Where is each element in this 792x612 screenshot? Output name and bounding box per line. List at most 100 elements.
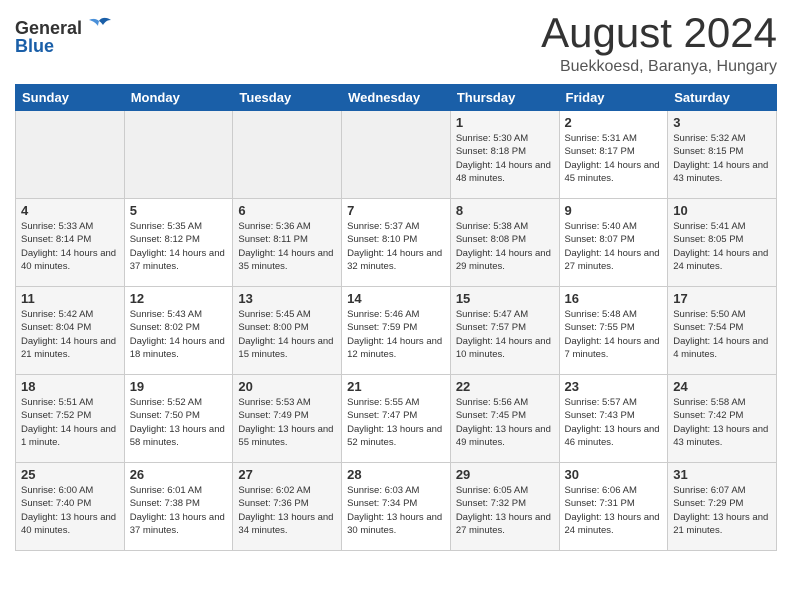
day-number: 20 [238, 379, 336, 394]
calendar-cell: 19Sunrise: 5:52 AMSunset: 7:50 PMDayligh… [124, 375, 233, 463]
weekday-header-thursday: Thursday [450, 85, 559, 111]
calendar-cell: 2 Sunrise: 5:31 AMSunset: 8:17 PMDaylight… [559, 111, 668, 199]
day-number: 18 [21, 379, 119, 394]
calendar-cell: 13 Sunrise: 5:45 AMSunset: 8:00 PMDayligh… [233, 287, 342, 375]
calendar-cell: 6 Sunrise: 5:36 AMSunset: 8:11 PMDaylight… [233, 199, 342, 287]
day-number: 2 [565, 115, 663, 130]
calendar-cell: 28Sunrise: 6:03 AMSunset: 7:34 PMDayligh… [342, 463, 451, 551]
day-info: Sunrise: 5:31 AMSunset: 8:17 PMDaylight:… [565, 132, 663, 185]
calendar-cell: 14 Sunrise: 5:46 AMSunset: 7:59 PMDayligh… [342, 287, 451, 375]
calendar-cell: 27Sunrise: 6:02 AMSunset: 7:36 PMDayligh… [233, 463, 342, 551]
week-row-4: 18Sunrise: 5:51 AMSunset: 7:52 PMDayligh… [16, 375, 777, 463]
day-info: Sunrise: 5:57 AMSunset: 7:43 PMDaylight:… [565, 396, 663, 449]
day-info: Sunrise: 5:30 AMSunset: 8:18 PMDaylight:… [456, 132, 554, 185]
day-number: 6 [238, 203, 336, 218]
calendar-cell: 9 Sunrise: 5:40 AMSunset: 8:07 PMDaylight… [559, 199, 668, 287]
day-info: Sunrise: 5:41 AMSunset: 8:05 PMDaylight:… [673, 220, 771, 273]
calendar-cell: 31Sunrise: 6:07 AMSunset: 7:29 PMDayligh… [668, 463, 777, 551]
calendar-cell: 24 Sunrise: 5:58 AMSunset: 7:42 PMDayligh… [668, 375, 777, 463]
day-info: Sunrise: 5:42 AMSunset: 8:04 PMDaylight:… [21, 308, 119, 361]
calendar-cell: 29Sunrise: 6:05 AMSunset: 7:32 PMDayligh… [450, 463, 559, 551]
calendar-cell: 8 Sunrise: 5:38 AMSunset: 8:08 PMDaylight… [450, 199, 559, 287]
calendar-cell: 7 Sunrise: 5:37 AMSunset: 8:10 PMDaylight… [342, 199, 451, 287]
calendar-cell: 4Sunrise: 5:33 AMSunset: 8:14 PMDaylight… [16, 199, 125, 287]
day-number: 29 [456, 467, 554, 482]
calendar-cell: 12 Sunrise: 5:43 AMSunset: 8:02 PMDayligh… [124, 287, 233, 375]
day-info: Sunrise: 5:50 AMSunset: 7:54 PMDaylight:… [673, 308, 771, 361]
day-number: 21 [347, 379, 445, 394]
day-number: 25 [21, 467, 119, 482]
weekday-header-row: SundayMondayTuesdayWednesdayThursdayFrid… [16, 85, 777, 111]
day-number: 15 [456, 291, 554, 306]
logo: General Blue [15, 18, 113, 57]
day-info: Sunrise: 5:38 AMSunset: 8:08 PMDaylight:… [456, 220, 554, 273]
day-info: Sunrise: 5:43 AMSunset: 8:02 PMDaylight:… [130, 308, 228, 361]
day-number: 23 [565, 379, 663, 394]
calendar-cell: 11Sunrise: 5:42 AMSunset: 8:04 PMDayligh… [16, 287, 125, 375]
day-info: Sunrise: 5:46 AMSunset: 7:59 PMDaylight:… [347, 308, 445, 361]
calendar-cell: 20 Sunrise: 5:53 AMSunset: 7:49 PMDayligh… [233, 375, 342, 463]
day-number: 9 [565, 203, 663, 218]
header: General Blue August 2024 Buekkoesd, Bara… [15, 10, 777, 76]
day-info: Sunrise: 5:45 AMSunset: 8:00 PMDaylight:… [238, 308, 336, 361]
calendar-cell: 15 Sunrise: 5:47 AMSunset: 7:57 PMDayligh… [450, 287, 559, 375]
calendar-cell: 25 Sunrise: 6:00 AMSunset: 7:40 PMDayligh… [16, 463, 125, 551]
day-info: Sunrise: 5:32 AMSunset: 8:15 PMDaylight:… [673, 132, 771, 185]
calendar-cell: 22 Sunrise: 5:56 AMSunset: 7:45 PMDayligh… [450, 375, 559, 463]
day-number: 12 [130, 291, 228, 306]
day-info: Sunrise: 5:52 AMSunset: 7:50 PMDaylight:… [130, 396, 228, 449]
day-number: 24 [673, 379, 771, 394]
weekday-header-friday: Friday [559, 85, 668, 111]
day-number: 5 [130, 203, 228, 218]
weekday-header-saturday: Saturday [668, 85, 777, 111]
day-info: Sunrise: 5:56 AMSunset: 7:45 PMDaylight:… [456, 396, 554, 449]
title-area: August 2024 Buekkoesd, Baranya, Hungary [541, 10, 777, 76]
day-number: 8 [456, 203, 554, 218]
calendar-cell: 23 Sunrise: 5:57 AMSunset: 7:43 PMDayligh… [559, 375, 668, 463]
day-number: 1 [456, 115, 554, 130]
day-number: 3 [673, 115, 771, 130]
calendar-cell: 30Sunrise: 6:06 AMSunset: 7:31 PMDayligh… [559, 463, 668, 551]
week-row-1: 1 Sunrise: 5:30 AMSunset: 8:18 PMDaylight… [16, 111, 777, 199]
month-title: August 2024 [541, 10, 777, 56]
day-info: Sunrise: 5:40 AMSunset: 8:07 PMDaylight:… [565, 220, 663, 273]
day-info: Sunrise: 5:58 AMSunset: 7:42 PMDaylight:… [673, 396, 771, 449]
day-info: Sunrise: 5:37 AMSunset: 8:10 PMDaylight:… [347, 220, 445, 273]
location-title: Buekkoesd, Baranya, Hungary [541, 58, 777, 76]
calendar-cell: 17 Sunrise: 5:50 AMSunset: 7:54 PMDayligh… [668, 287, 777, 375]
day-number: 14 [347, 291, 445, 306]
day-info: Sunrise: 5:33 AMSunset: 8:14 PMDaylight:… [21, 220, 119, 273]
weekday-header-monday: Monday [124, 85, 233, 111]
calendar-cell [342, 111, 451, 199]
calendar-cell: 3 Sunrise: 5:32 AMSunset: 8:15 PMDaylight… [668, 111, 777, 199]
day-number: 10 [673, 203, 771, 218]
day-info: Sunrise: 5:47 AMSunset: 7:57 PMDaylight:… [456, 308, 554, 361]
weekday-header-wednesday: Wednesday [342, 85, 451, 111]
calendar-cell: 21 Sunrise: 5:55 AMSunset: 7:47 PMDayligh… [342, 375, 451, 463]
day-info: Sunrise: 6:00 AMSunset: 7:40 PMDaylight:… [21, 484, 119, 537]
calendar-table: SundayMondayTuesdayWednesdayThursdayFrid… [15, 84, 777, 551]
day-number: 7 [347, 203, 445, 218]
day-number: 22 [456, 379, 554, 394]
day-info: Sunrise: 6:01 AMSunset: 7:38 PMDaylight:… [130, 484, 228, 537]
week-row-3: 11Sunrise: 5:42 AMSunset: 8:04 PMDayligh… [16, 287, 777, 375]
day-number: 28 [347, 467, 445, 482]
week-row-2: 4Sunrise: 5:33 AMSunset: 8:14 PMDaylight… [16, 199, 777, 287]
day-number: 16 [565, 291, 663, 306]
day-info: Sunrise: 6:06 AMSunset: 7:31 PMDaylight:… [565, 484, 663, 537]
logo-bird-icon [85, 17, 113, 39]
day-info: Sunrise: 5:53 AMSunset: 7:49 PMDaylight:… [238, 396, 336, 449]
calendar-cell: 1 Sunrise: 5:30 AMSunset: 8:18 PMDaylight… [450, 111, 559, 199]
weekday-header-tuesday: Tuesday [233, 85, 342, 111]
day-number: 27 [238, 467, 336, 482]
day-info: Sunrise: 5:48 AMSunset: 7:55 PMDaylight:… [565, 308, 663, 361]
weekday-header-sunday: Sunday [16, 85, 125, 111]
day-info: Sunrise: 5:36 AMSunset: 8:11 PMDaylight:… [238, 220, 336, 273]
day-info: Sunrise: 5:35 AMSunset: 8:12 PMDaylight:… [130, 220, 228, 273]
day-info: Sunrise: 5:55 AMSunset: 7:47 PMDaylight:… [347, 396, 445, 449]
calendar-cell: 10 Sunrise: 5:41 AMSunset: 8:05 PMDayligh… [668, 199, 777, 287]
day-number: 17 [673, 291, 771, 306]
day-number: 31 [673, 467, 771, 482]
day-number: 13 [238, 291, 336, 306]
week-row-5: 25 Sunrise: 6:00 AMSunset: 7:40 PMDayligh… [16, 463, 777, 551]
